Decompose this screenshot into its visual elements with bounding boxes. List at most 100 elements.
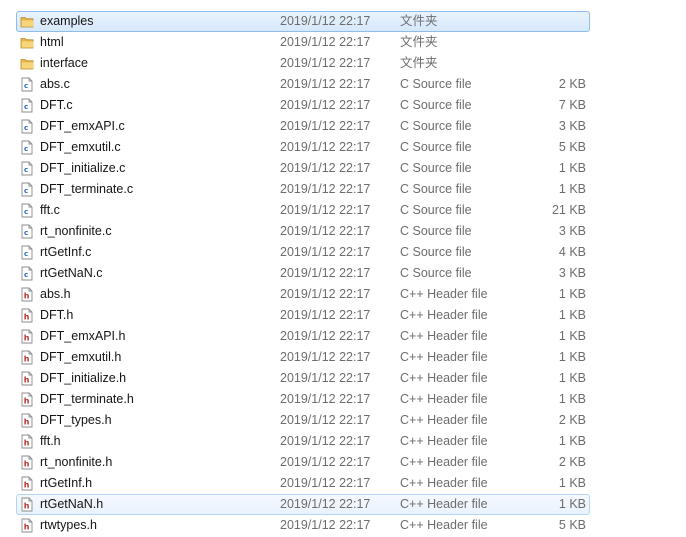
file-row[interactable]: c DFT_terminate.c 2019/1/12 22:17 C Sour… [0,179,686,200]
svg-text:h: h [24,376,30,385]
file-type: C++ Header file [400,518,488,532]
file-row[interactable]: h rtwtypes.h 2019/1/12 22:17 C++ Header … [0,515,686,536]
file-name: DFT_terminate.h [40,392,134,406]
file-name: DFT_emxAPI.h [40,329,126,343]
file-size: 4 KB [558,245,586,259]
file-type: C++ Header file [400,434,488,448]
file-type: C Source file [400,77,472,91]
file-size: 1 KB [558,161,586,175]
file-row[interactable]: interface 2019/1/12 22:17 文件夹 [0,53,686,74]
file-name: DFT.h [40,308,74,322]
svg-text:c: c [24,103,28,111]
file-name: DFT_terminate.c [40,182,134,196]
file-name: DFT_initialize.h [40,371,127,385]
file-date-modified: 2019/1/12 22:17 [280,98,371,112]
svg-text:c: c [24,166,28,174]
file-row[interactable]: h abs.h 2019/1/12 22:17 C++ Header file … [0,284,686,305]
file-size: 1 KB [558,308,586,322]
file-row[interactable]: c rtGetInf.c 2019/1/12 22:17 C Source fi… [0,242,686,263]
file-row[interactable]: c fft.c 2019/1/12 22:17 C Source file 21… [0,200,686,221]
file-row[interactable]: c DFT.c 2019/1/12 22:17 C Source file 7 … [0,95,686,116]
header-file-icon: h [20,287,34,302]
file-row[interactable]: c abs.c 2019/1/12 22:17 C Source file 2 … [0,74,686,95]
svg-text:h: h [24,313,30,322]
file-row[interactable]: h DFT_types.h 2019/1/12 22:17 C++ Header… [0,410,686,431]
file-name: DFT_emxutil.c [40,140,121,154]
file-type: C++ Header file [400,413,488,427]
file-row[interactable]: h DFT.h 2019/1/12 22:17 C++ Header file … [0,305,686,326]
file-row[interactable]: h DFT_terminate.h 2019/1/12 22:17 C++ He… [0,389,686,410]
folder-icon [20,14,34,29]
file-date-modified: 2019/1/12 22:17 [280,182,371,196]
file-row[interactable]: c rtGetNaN.c 2019/1/12 22:17 C Source fi… [0,263,686,284]
file-row[interactable]: h DFT_emxutil.h 2019/1/12 22:17 C++ Head… [0,347,686,368]
file-row[interactable]: html 2019/1/12 22:17 文件夹 [0,32,686,53]
svg-text:c: c [24,82,28,90]
file-type: C++ Header file [400,350,488,364]
file-row[interactable]: h rtGetNaN.h 2019/1/12 22:17 C++ Header … [0,494,686,515]
folder-icon [20,56,34,71]
file-row[interactable]: c rt_nonfinite.c 2019/1/12 22:17 C Sourc… [0,221,686,242]
file-row[interactable]: h fft.h 2019/1/12 22:17 C++ Header file … [0,431,686,452]
file-size: 3 KB [558,266,586,280]
file-name: DFT_types.h [40,413,112,427]
file-name: rt_nonfinite.h [40,455,113,469]
file-size: 1 KB [558,371,586,385]
file-row[interactable]: h DFT_initialize.h 2019/1/12 22:17 C++ H… [0,368,686,389]
svg-text:h: h [24,502,30,511]
file-type: C Source file [400,161,472,175]
file-name: abs.c [40,77,70,91]
svg-text:h: h [24,397,30,406]
header-file-icon: h [20,455,34,470]
file-type: C Source file [400,245,472,259]
file-size: 7 KB [558,98,586,112]
file-row[interactable]: c DFT_initialize.c 2019/1/12 22:17 C Sou… [0,158,686,179]
file-date-modified: 2019/1/12 22:17 [280,287,371,301]
file-date-modified: 2019/1/12 22:17 [280,266,371,280]
file-date-modified: 2019/1/12 22:17 [280,203,371,217]
file-date-modified: 2019/1/12 22:17 [280,77,371,91]
file-size: 2 KB [558,77,586,91]
file-row[interactable]: examples 2019/1/12 22:17 文件夹 [0,11,686,32]
file-type: C Source file [400,182,472,196]
file-date-modified: 2019/1/12 22:17 [280,434,371,448]
c-source-file-icon: c [20,119,34,134]
file-date-modified: 2019/1/12 22:17 [280,140,371,154]
file-row[interactable]: h rtGetInf.h 2019/1/12 22:17 C++ Header … [0,473,686,494]
file-date-modified: 2019/1/12 22:17 [280,455,371,469]
file-size: 1 KB [558,287,586,301]
file-type: C++ Header file [400,308,488,322]
file-date-modified: 2019/1/12 22:17 [280,518,371,532]
header-file-icon: h [20,476,34,491]
file-row[interactable]: h rt_nonfinite.h 2019/1/12 22:17 C++ Hea… [0,452,686,473]
file-type: C++ Header file [400,476,488,490]
svg-text:c: c [24,250,28,258]
file-date-modified: 2019/1/12 22:17 [280,56,371,70]
file-date-modified: 2019/1/12 22:17 [280,497,371,511]
file-name: fft.c [40,203,60,217]
file-date-modified: 2019/1/12 22:17 [280,245,371,259]
svg-text:c: c [24,145,28,153]
file-size: 2 KB [558,413,586,427]
file-size: 2 KB [558,455,586,469]
file-row[interactable]: c DFT_emxutil.c 2019/1/12 22:17 C Source… [0,137,686,158]
svg-text:c: c [24,271,28,279]
file-type: C++ Header file [400,392,488,406]
file-date-modified: 2019/1/12 22:17 [280,371,371,385]
file-name: rtwtypes.h [40,518,97,532]
file-row[interactable]: h DFT_emxAPI.h 2019/1/12 22:17 C++ Heade… [0,326,686,347]
file-size: 1 KB [558,497,586,511]
file-name: rt_nonfinite.c [40,224,112,238]
file-size: 5 KB [558,518,586,532]
file-type: C++ Header file [400,455,488,469]
file-type: C++ Header file [400,329,488,343]
c-source-file-icon: c [20,140,34,155]
file-size: 1 KB [558,182,586,196]
file-row[interactable]: c DFT_emxAPI.c 2019/1/12 22:17 C Source … [0,116,686,137]
file-name: rtGetInf.h [40,476,93,490]
svg-text:h: h [24,292,30,301]
file-name: rtGetNaN.h [40,497,104,511]
file-name: DFT_emxutil.h [40,350,122,364]
svg-text:h: h [24,523,30,532]
file-date-modified: 2019/1/12 22:17 [280,476,371,490]
